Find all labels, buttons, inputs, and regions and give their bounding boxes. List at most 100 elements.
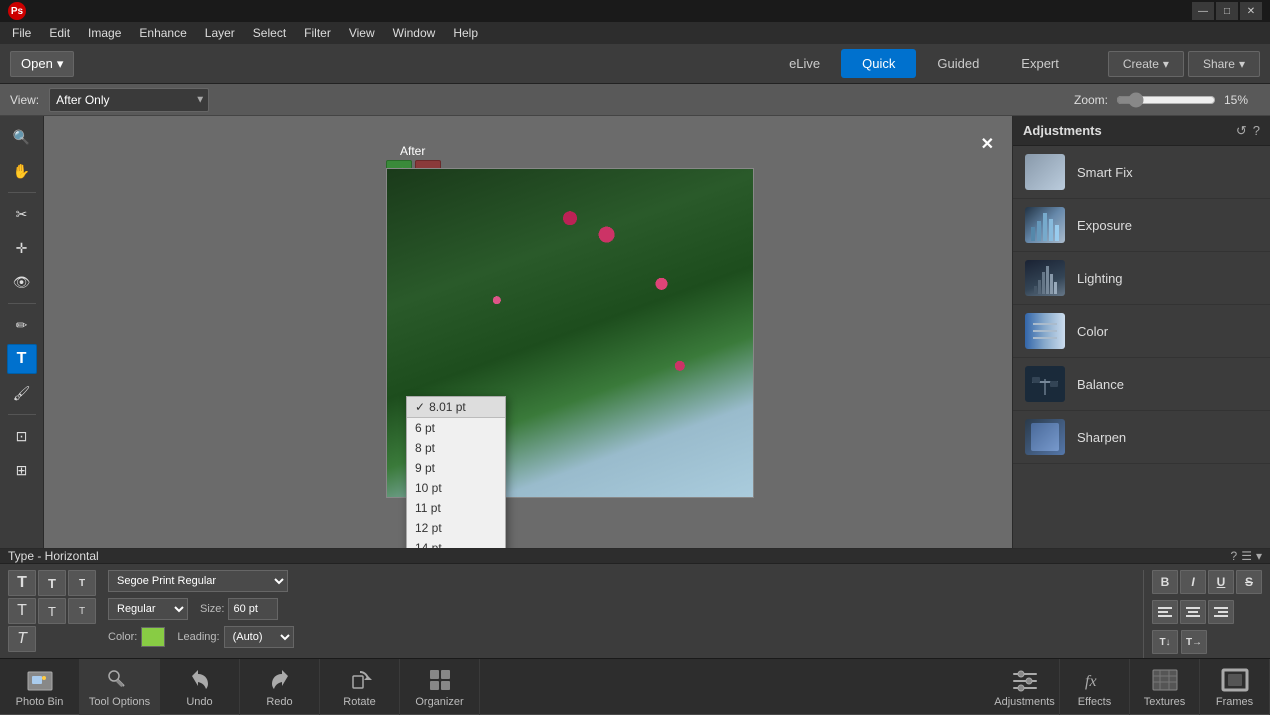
paint-tool[interactable]: 🖌 bbox=[7, 378, 37, 408]
create-button[interactable]: Create ▾ bbox=[1108, 51, 1184, 77]
type-help-icon[interactable]: ? bbox=[1231, 549, 1238, 563]
italic-button[interactable]: I bbox=[1180, 570, 1206, 594]
leading-select-wrap: (Auto) bbox=[224, 626, 294, 648]
view-select[interactable]: Before Only After Only Before & After - … bbox=[49, 88, 209, 112]
taskbar-textures[interactable]: Textures bbox=[1130, 659, 1200, 715]
sharpen-icon bbox=[1025, 419, 1065, 455]
menu-view[interactable]: View bbox=[341, 24, 383, 42]
main-content-area: 🔍 ✋ ✂ ✛ 👁 ✏ T 🖌 ⊡ ⊞ After ✕ ✓ ✕ ✓ 8.01 p… bbox=[0, 116, 1270, 548]
share-button[interactable]: Share ▾ bbox=[1188, 51, 1260, 77]
left-toolbar: 🔍 ✋ ✂ ✛ 👁 ✏ T 🖌 ⊡ ⊞ bbox=[0, 116, 44, 548]
adjustments-header: Adjustments ↺ ? bbox=[1013, 116, 1270, 146]
tab-guided[interactable]: Guided bbox=[916, 49, 1000, 78]
font-size-option-12pt[interactable]: 12 pt bbox=[407, 518, 505, 538]
adjustment-exposure[interactable]: Exposure bbox=[1013, 199, 1270, 252]
font-size-option-6pt[interactable]: 6 pt bbox=[407, 418, 505, 438]
font-size-option-9pt[interactable]: 9 pt bbox=[407, 458, 505, 478]
align-left-button[interactable] bbox=[1152, 600, 1178, 624]
text-large2-btn[interactable]: T bbox=[8, 598, 36, 624]
font-style-select[interactable]: Regular Bold Italic Bold Italic bbox=[108, 598, 188, 620]
font-name-row: Segoe Print Regular bbox=[108, 570, 1131, 592]
adjustment-smartfix[interactable]: Smart Fix bbox=[1013, 146, 1270, 199]
menu-select[interactable]: Select bbox=[245, 24, 294, 42]
text-large-btn[interactable]: T bbox=[8, 570, 36, 596]
tool-divider-1 bbox=[8, 192, 36, 193]
adjustment-lighting[interactable]: Lighting bbox=[1013, 252, 1270, 305]
menu-layer[interactable]: Layer bbox=[197, 24, 243, 42]
crop-tool[interactable]: ⊡ bbox=[7, 421, 37, 451]
create-arrow: ▾ bbox=[1163, 57, 1169, 71]
text-tool[interactable]: T bbox=[7, 344, 37, 374]
adjustment-sharpen[interactable]: Sharpen bbox=[1013, 411, 1270, 464]
menu-filter[interactable]: Filter bbox=[296, 24, 339, 42]
app-toolbar: Open ▾ eLive Quick Guided Expert Create … bbox=[0, 44, 1270, 84]
title-bar: Ps — □ ✕ bbox=[0, 0, 1270, 22]
adjustment-balance[interactable]: Balance bbox=[1013, 358, 1270, 411]
zoom-value: 15% bbox=[1224, 93, 1260, 107]
color-label: Color bbox=[1077, 324, 1108, 339]
taskbar-undo[interactable]: Undo bbox=[160, 659, 240, 715]
text-vertical-btn[interactable]: T↓ bbox=[1152, 630, 1178, 654]
taskbar-frames[interactable]: Frames bbox=[1200, 659, 1270, 715]
taskbar-tooloptions[interactable]: Tool Options bbox=[80, 659, 160, 715]
type-expand-icon[interactable]: ▾ bbox=[1256, 549, 1262, 563]
canvas-close-button[interactable]: ✕ bbox=[981, 134, 994, 154]
adjustment-color[interactable]: Color bbox=[1013, 305, 1270, 358]
taskbar-adjustments[interactable]: Adjustments bbox=[990, 659, 1060, 715]
zoom-tool[interactable]: 🔍 bbox=[7, 122, 37, 152]
align-right-button[interactable] bbox=[1208, 600, 1234, 624]
bold-button[interactable]: B bbox=[1152, 570, 1178, 594]
title-bar-controls: — □ ✕ bbox=[1192, 2, 1262, 20]
adjustments-help-icon[interactable]: ? bbox=[1253, 123, 1260, 139]
text-horizontal-btn[interactable]: T→ bbox=[1181, 630, 1207, 654]
underline-button[interactable]: U bbox=[1208, 570, 1234, 594]
selection-tool[interactable]: ✂ bbox=[7, 199, 37, 229]
tab-elive[interactable]: eLive bbox=[768, 49, 841, 78]
red-eye-tool[interactable]: 👁 bbox=[7, 267, 37, 297]
zoom-area: Zoom: 15% bbox=[1074, 92, 1260, 108]
text-style3-btn[interactable]: T bbox=[8, 626, 36, 652]
adjustments-restore-icon[interactable]: ↺ bbox=[1236, 123, 1247, 139]
strikethrough-button[interactable]: S bbox=[1236, 570, 1262, 594]
taskbar-photobin[interactable]: Photo Bin bbox=[0, 659, 80, 715]
after-label: After bbox=[400, 144, 425, 158]
create-share-area: Create ▾ Share ▾ bbox=[1108, 51, 1260, 77]
font-size-option-11pt[interactable]: 11 pt bbox=[407, 498, 505, 518]
tab-expert[interactable]: Expert bbox=[1000, 49, 1080, 78]
maximize-button[interactable]: □ bbox=[1216, 2, 1238, 20]
zoom-slider[interactable] bbox=[1116, 92, 1216, 108]
minimize-button[interactable]: — bbox=[1192, 2, 1214, 20]
tab-quick[interactable]: Quick bbox=[841, 49, 916, 78]
color-picker[interactable] bbox=[141, 627, 165, 647]
close-button[interactable]: ✕ bbox=[1240, 2, 1262, 20]
text-small2-btn[interactable]: T bbox=[68, 598, 96, 624]
taskbar-redo[interactable]: Redo bbox=[240, 659, 320, 715]
menu-edit[interactable]: Edit bbox=[41, 24, 78, 42]
brush-tool[interactable]: ✏ bbox=[7, 310, 37, 340]
menu-file[interactable]: File bbox=[4, 24, 39, 42]
taskbar-effects[interactable]: fx Effects bbox=[1060, 659, 1130, 715]
menu-help[interactable]: Help bbox=[445, 24, 486, 42]
leading-select[interactable]: (Auto) bbox=[224, 626, 294, 648]
text-small-btn[interactable]: T bbox=[68, 570, 96, 596]
text-medium-btn[interactable]: T bbox=[38, 570, 66, 596]
hand-tool[interactable]: ✋ bbox=[7, 156, 37, 186]
move-tool[interactable]: ✛ bbox=[7, 233, 37, 263]
menu-image[interactable]: Image bbox=[80, 24, 129, 42]
text-medium2-btn[interactable]: T bbox=[38, 598, 66, 624]
align-center-button[interactable] bbox=[1180, 600, 1206, 624]
menu-enhance[interactable]: Enhance bbox=[131, 24, 194, 42]
taskbar-rotate[interactable]: Rotate bbox=[320, 659, 400, 715]
font-size-option-8pt[interactable]: 8 pt bbox=[407, 438, 505, 458]
font-size-option-10pt[interactable]: 10 pt bbox=[407, 478, 505, 498]
menu-window[interactable]: Window bbox=[385, 24, 444, 42]
type-list-icon[interactable]: ☰ bbox=[1241, 549, 1252, 563]
transform-tool[interactable]: ⊞ bbox=[7, 455, 37, 485]
font-name-select[interactable]: Segoe Print Regular bbox=[108, 570, 288, 592]
taskbar-organizer[interactable]: Organizer bbox=[400, 659, 480, 715]
font-size-option-14pt[interactable]: 14 pt bbox=[407, 538, 505, 548]
open-button[interactable]: Open ▾ bbox=[10, 51, 74, 77]
type-panel-header: Type - Horizontal ? ☰ ▾ bbox=[0, 549, 1270, 564]
balance-label: Balance bbox=[1077, 377, 1124, 392]
font-size-input[interactable] bbox=[228, 598, 278, 620]
